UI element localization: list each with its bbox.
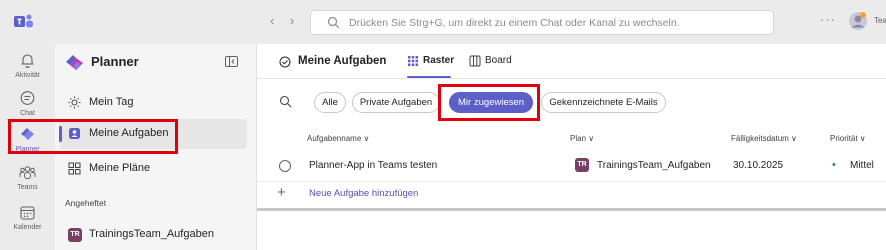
page-title: Meine Aufgaben <box>298 55 387 67</box>
sidebar-item-label: Mein Tag <box>89 96 134 108</box>
plan-badge: TR <box>575 158 589 172</box>
plan-badge: TR <box>68 228 82 242</box>
sidebar-title: Planner <box>91 54 139 69</box>
rail-label: Teams <box>17 184 38 191</box>
highlight-box-planner-nav <box>8 119 178 154</box>
plus-icon: + <box>277 184 286 201</box>
sidebar-item-mein-tag[interactable]: Mein Tag <box>59 88 247 118</box>
planner-logo-icon <box>66 55 83 70</box>
teams-icon <box>19 166 36 179</box>
add-task-label[interactable]: Neue Aufgabe hinzufügen <box>309 188 418 199</box>
task-due-date: 30.10.2025 <box>733 160 784 171</box>
check-circle-icon <box>279 56 291 68</box>
chat-icon <box>20 91 35 105</box>
add-task-row[interactable]: + Neue Aufgabe hinzufügen <box>257 184 886 206</box>
task-complete-checkbox[interactable] <box>279 160 291 172</box>
forward-icon[interactable]: › <box>290 13 294 28</box>
search-icon <box>327 16 340 29</box>
calendar-icon <box>20 206 35 220</box>
rail-item-aktivitaet[interactable]: Aktivität <box>0 50 55 88</box>
page-header: Meine Aufgaben Raster Board <box>257 44 886 79</box>
task-priority: Mittel <box>850 160 874 171</box>
rail-item-teams[interactable]: Teams <box>0 162 55 200</box>
row-divider <box>257 181 886 182</box>
grid-view-icon <box>408 56 418 66</box>
collapse-sidebar-icon[interactable] <box>225 56 238 67</box>
tab-label: Raster <box>423 55 455 66</box>
sidebar-pinned-plan[interactable]: TR TrainingsTeam_Aufgaben <box>59 220 247 250</box>
user-avatar-icon[interactable] <box>848 11 868 31</box>
active-tab-underline <box>407 76 451 78</box>
search-input[interactable] <box>349 15 759 31</box>
rail-label: Chat <box>20 110 35 117</box>
priority-dot-icon: • <box>832 159 836 171</box>
filter-private-aufgaben[interactable]: Private Aufgaben <box>352 92 440 113</box>
column-header-plan[interactable]: Plan ∨ <box>570 134 594 143</box>
rail-item-kalender[interactable]: Kalender <box>0 202 55 240</box>
sidebar-item-meine-plaene[interactable]: Meine Pläne <box>59 154 247 184</box>
column-header-due[interactable]: Fälligkeitsdatum ∨ <box>731 134 797 143</box>
tab-label: Board <box>485 55 512 66</box>
sun-icon <box>68 96 81 109</box>
rail-label: Aktivität <box>15 72 40 79</box>
pinned-plan-label: TrainingsTeam_Aufgaben <box>89 228 214 240</box>
grid-icon <box>68 162 81 175</box>
more-options-button[interactable]: ··· <box>820 12 836 27</box>
back-icon[interactable]: ‹ <box>270 13 274 28</box>
filter-alle[interactable]: Alle <box>314 92 346 113</box>
board-view-icon <box>469 55 481 67</box>
column-header-priority[interactable]: Priorität ∨ <box>830 134 866 143</box>
rail-label: Kalender <box>13 224 42 231</box>
teams-logo-icon[interactable] <box>14 13 34 31</box>
task-plan: TrainingsTeam_Aufgaben <box>597 160 711 171</box>
highlight-box-mir-zugewiesen <box>438 84 540 121</box>
task-row[interactable]: Planner-App in Teams testen TR Trainings… <box>257 154 886 180</box>
bell-icon <box>21 54 34 68</box>
sidebar-item-label: Meine Pläne <box>89 162 151 174</box>
pinned-heading: Angeheftet <box>65 198 107 208</box>
global-search[interactable] <box>310 10 774 35</box>
column-header-name[interactable]: Aufgabenname ∨ <box>307 134 369 143</box>
filter-gekennzeichnete-emails[interactable]: Gekennzeichnete E-Mails <box>541 92 666 113</box>
horizontal-scrollbar[interactable] <box>257 208 886 211</box>
top-bar: ‹ › ··· Tea <box>0 0 886 44</box>
task-title[interactable]: Planner-App in Teams testen <box>309 160 437 171</box>
user-name: Tea <box>874 16 886 25</box>
main-content: Meine Aufgaben Raster Board Alle Private… <box>256 44 886 250</box>
filter-search-icon[interactable] <box>279 95 292 108</box>
